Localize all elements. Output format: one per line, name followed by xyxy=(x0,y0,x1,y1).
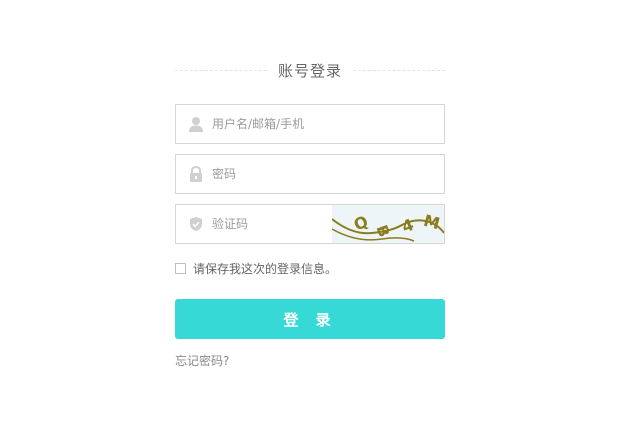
forgot-password-link[interactable]: 忘记密码? xyxy=(175,352,229,369)
login-button[interactable]: 登 录 xyxy=(175,299,445,339)
login-panel: 账号登录 用户名/邮箱/手机 验证码 Q B 4 M 请保存我这次的登录信息。 … xyxy=(175,58,445,368)
lock-icon xyxy=(188,166,204,182)
username-input[interactable] xyxy=(212,106,392,142)
user-icon xyxy=(188,116,204,132)
svg-text:B: B xyxy=(373,223,394,240)
page-title: 账号登录 xyxy=(267,59,352,81)
divider-left xyxy=(175,70,267,71)
captcha-field[interactable]: Q B 4 M xyxy=(175,204,445,244)
captcha-image[interactable]: Q B 4 M xyxy=(332,205,444,243)
login-header: 账号登录 xyxy=(175,58,445,82)
remember-me[interactable]: 请保存我这次的登录信息。 xyxy=(175,260,337,277)
svg-text:M: M xyxy=(422,211,442,233)
remember-label: 请保存我这次的登录信息。 xyxy=(193,262,338,276)
svg-text:4: 4 xyxy=(399,215,416,237)
shield-icon xyxy=(188,216,204,232)
divider-right xyxy=(353,70,445,71)
remember-checkbox[interactable] xyxy=(175,263,186,274)
username-field[interactable] xyxy=(175,104,445,144)
password-input[interactable] xyxy=(212,156,392,192)
password-field[interactable] xyxy=(175,154,445,194)
